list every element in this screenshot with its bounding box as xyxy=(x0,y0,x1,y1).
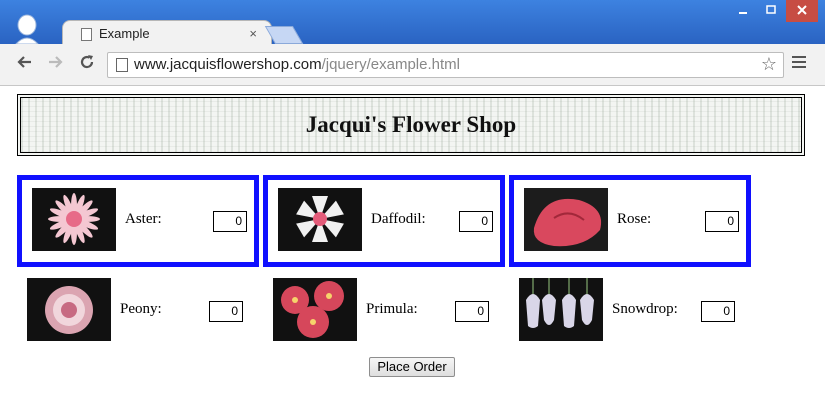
tab-close-icon[interactable]: × xyxy=(249,26,257,41)
page-info-icon[interactable] xyxy=(116,58,128,72)
quantity-input[interactable]: 0 xyxy=(459,211,493,232)
aster-icon xyxy=(48,193,100,245)
daffodil-icon xyxy=(296,196,344,242)
flower-label: Aster: xyxy=(125,211,162,227)
url-host: www.jacquisflowershop.com xyxy=(134,56,322,73)
quantity-input[interactable]: 0 xyxy=(213,211,247,232)
flower-image xyxy=(32,188,116,251)
reload-icon xyxy=(80,55,94,69)
forward-arrow-icon xyxy=(49,56,63,68)
flower-card: Snowdrop: 0 xyxy=(509,265,751,357)
flower-image xyxy=(278,188,362,251)
bookmark-star-icon[interactable]: ☆ xyxy=(761,54,777,75)
quantity-input[interactable]: 0 xyxy=(705,211,739,232)
page-content: Jacqui's Flower Shop Aster: 0 Daffodil: 0 Ro… xyxy=(0,86,825,409)
flower-card: Aster: 0 xyxy=(17,175,259,267)
tab-title: Example xyxy=(99,26,150,41)
flower-label: Daffodil: xyxy=(371,211,426,227)
flower-label: Rose: xyxy=(617,211,652,227)
flower-card: Primula: 0 xyxy=(263,265,505,357)
back-button[interactable] xyxy=(14,52,36,74)
peony-icon xyxy=(45,286,93,334)
flower-image xyxy=(524,188,608,251)
shop-header: Jacqui's Flower Shop xyxy=(17,94,805,156)
forward-button[interactable] xyxy=(44,52,66,74)
close-icon xyxy=(797,5,807,15)
flower-label: Primula: xyxy=(366,301,418,317)
flower-card: Peony: 0 xyxy=(17,265,259,357)
flower-image xyxy=(27,278,111,341)
place-order-button[interactable]: Place Order xyxy=(369,357,455,377)
maximize-icon xyxy=(766,5,776,14)
minimize-button[interactable] xyxy=(729,0,757,22)
address-bar[interactable]: www.jacquisflowershop.com/jquery/example… xyxy=(107,52,784,78)
flower-label: Snowdrop: xyxy=(612,301,678,317)
flower-image xyxy=(273,278,357,341)
back-arrow-icon xyxy=(17,56,31,68)
maximize-button[interactable] xyxy=(757,0,785,22)
flower-card: Daffodil: 0 xyxy=(263,175,505,267)
page-icon xyxy=(81,28,92,41)
title-bar: Example × xyxy=(0,0,825,48)
close-window-button[interactable] xyxy=(786,0,818,22)
menu-icon[interactable] xyxy=(792,56,806,71)
quantity-input[interactable]: 0 xyxy=(701,301,735,322)
reload-button[interactable] xyxy=(76,52,98,74)
browser-toolbar: www.jacquisflowershop.com/jquery/example… xyxy=(0,44,825,86)
browser-window: Example × www.jacquisflowershop.com/jque… xyxy=(0,0,825,409)
flower-card: Rose: 0 xyxy=(509,175,751,267)
url-text[interactable]: www.jacquisflowershop.com/jquery/example… xyxy=(134,56,460,73)
primula-icon xyxy=(281,281,344,338)
profile-avatar-icon[interactable] xyxy=(14,14,40,44)
snowdrop-icon xyxy=(526,278,594,328)
minimize-icon xyxy=(739,12,747,14)
quantity-input[interactable]: 0 xyxy=(209,301,243,322)
flower-label: Peony: xyxy=(120,301,162,317)
rose-icon xyxy=(524,188,608,251)
url-path: /jquery/example.html xyxy=(321,56,460,73)
quantity-input[interactable]: 0 xyxy=(455,301,489,322)
flower-image xyxy=(519,278,603,341)
page-title: Jacqui's Flower Shop xyxy=(305,112,517,137)
